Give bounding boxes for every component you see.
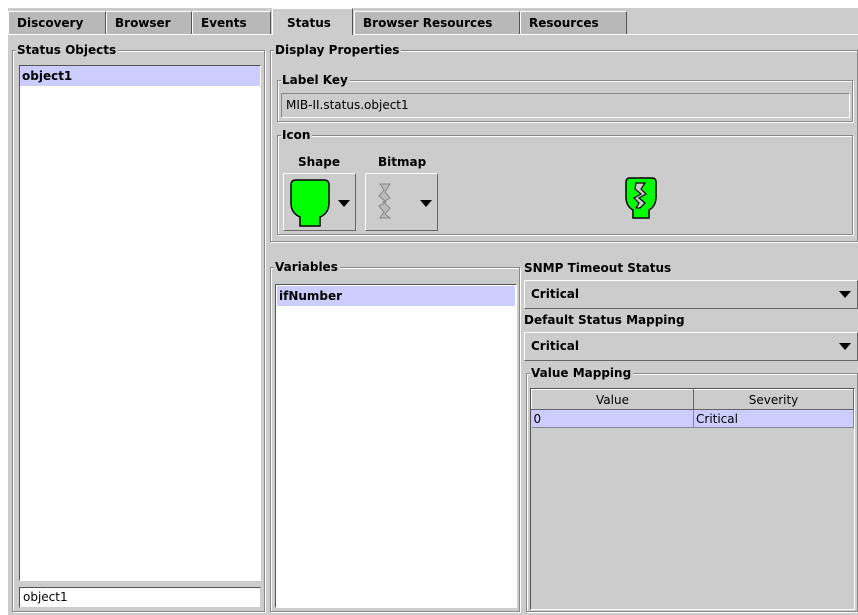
severity-column-header[interactable]: Severity bbox=[693, 389, 854, 410]
label-key-title: Label Key bbox=[281, 72, 350, 88]
variable-item[interactable]: ifNumber bbox=[277, 286, 515, 306]
bitmap-label: Bitmap bbox=[378, 155, 427, 169]
tab-status[interactable]: Status bbox=[272, 8, 353, 35]
green-shield-shape-icon bbox=[290, 179, 330, 227]
table-row[interactable]: 0 Critical bbox=[531, 409, 854, 428]
icon-group: Icon bbox=[277, 127, 853, 235]
bitmap-dropdown-arrow-icon bbox=[420, 200, 432, 207]
shape-dropdown-arrow-icon bbox=[338, 200, 350, 207]
snmp-timeout-status-label: SNMP Timeout Status bbox=[524, 261, 672, 275]
status-object-name-input[interactable]: object1 bbox=[19, 587, 261, 608]
default-status-mapping-select[interactable]: Critical bbox=[524, 332, 858, 361]
value-cell[interactable]: 0 bbox=[531, 409, 694, 428]
value-mapping-title: Value Mapping bbox=[530, 365, 634, 381]
value-mapping-table-container: Value Severity 0 Critical bbox=[530, 388, 855, 610]
tab-browser-resources[interactable]: Browser Resources bbox=[354, 11, 520, 34]
value-column-header[interactable]: Value bbox=[531, 389, 694, 410]
display-properties-title: Display Properties bbox=[274, 42, 402, 58]
snmp-timeout-status-value: Critical bbox=[531, 287, 580, 301]
shape-selector-button[interactable] bbox=[283, 173, 356, 231]
variables-list[interactable]: ifNumber bbox=[275, 284, 517, 608]
variables-title: Variables bbox=[274, 259, 340, 275]
tab-discovery[interactable]: Discovery bbox=[8, 11, 106, 34]
snmp-timeout-status-select[interactable]: Critical bbox=[524, 280, 858, 309]
tab-content-border bbox=[8, 34, 858, 35]
chevron-down-icon bbox=[839, 343, 851, 350]
status-object-item[interactable]: object1 bbox=[20, 66, 260, 86]
bitmap-selector-button[interactable] bbox=[365, 173, 438, 231]
green-shield-link-preview-icon bbox=[625, 177, 657, 219]
chevron-down-icon bbox=[839, 291, 851, 298]
label-key-field[interactable]: MIB-II.status.object1 bbox=[281, 93, 850, 118]
value-mapping-table: Value Severity 0 Critical bbox=[531, 389, 854, 428]
tab-bar: Discovery Browser Events Status Browser … bbox=[8, 8, 858, 35]
severity-cell[interactable]: Critical bbox=[693, 409, 854, 428]
default-status-mapping-label: Default Status Mapping bbox=[524, 313, 685, 327]
tab-events[interactable]: Events bbox=[192, 11, 271, 34]
default-status-mapping-value: Critical bbox=[531, 339, 580, 353]
status-objects-list[interactable]: object1 bbox=[19, 65, 261, 581]
status-objects-title: Status Objects bbox=[16, 42, 119, 58]
tab-resources[interactable]: Resources bbox=[520, 11, 627, 34]
icon-title: Icon bbox=[281, 127, 313, 143]
shape-label: Shape bbox=[298, 155, 341, 169]
grey-link-bitmap-icon bbox=[378, 183, 392, 219]
tab-browser[interactable]: Browser bbox=[106, 11, 192, 34]
